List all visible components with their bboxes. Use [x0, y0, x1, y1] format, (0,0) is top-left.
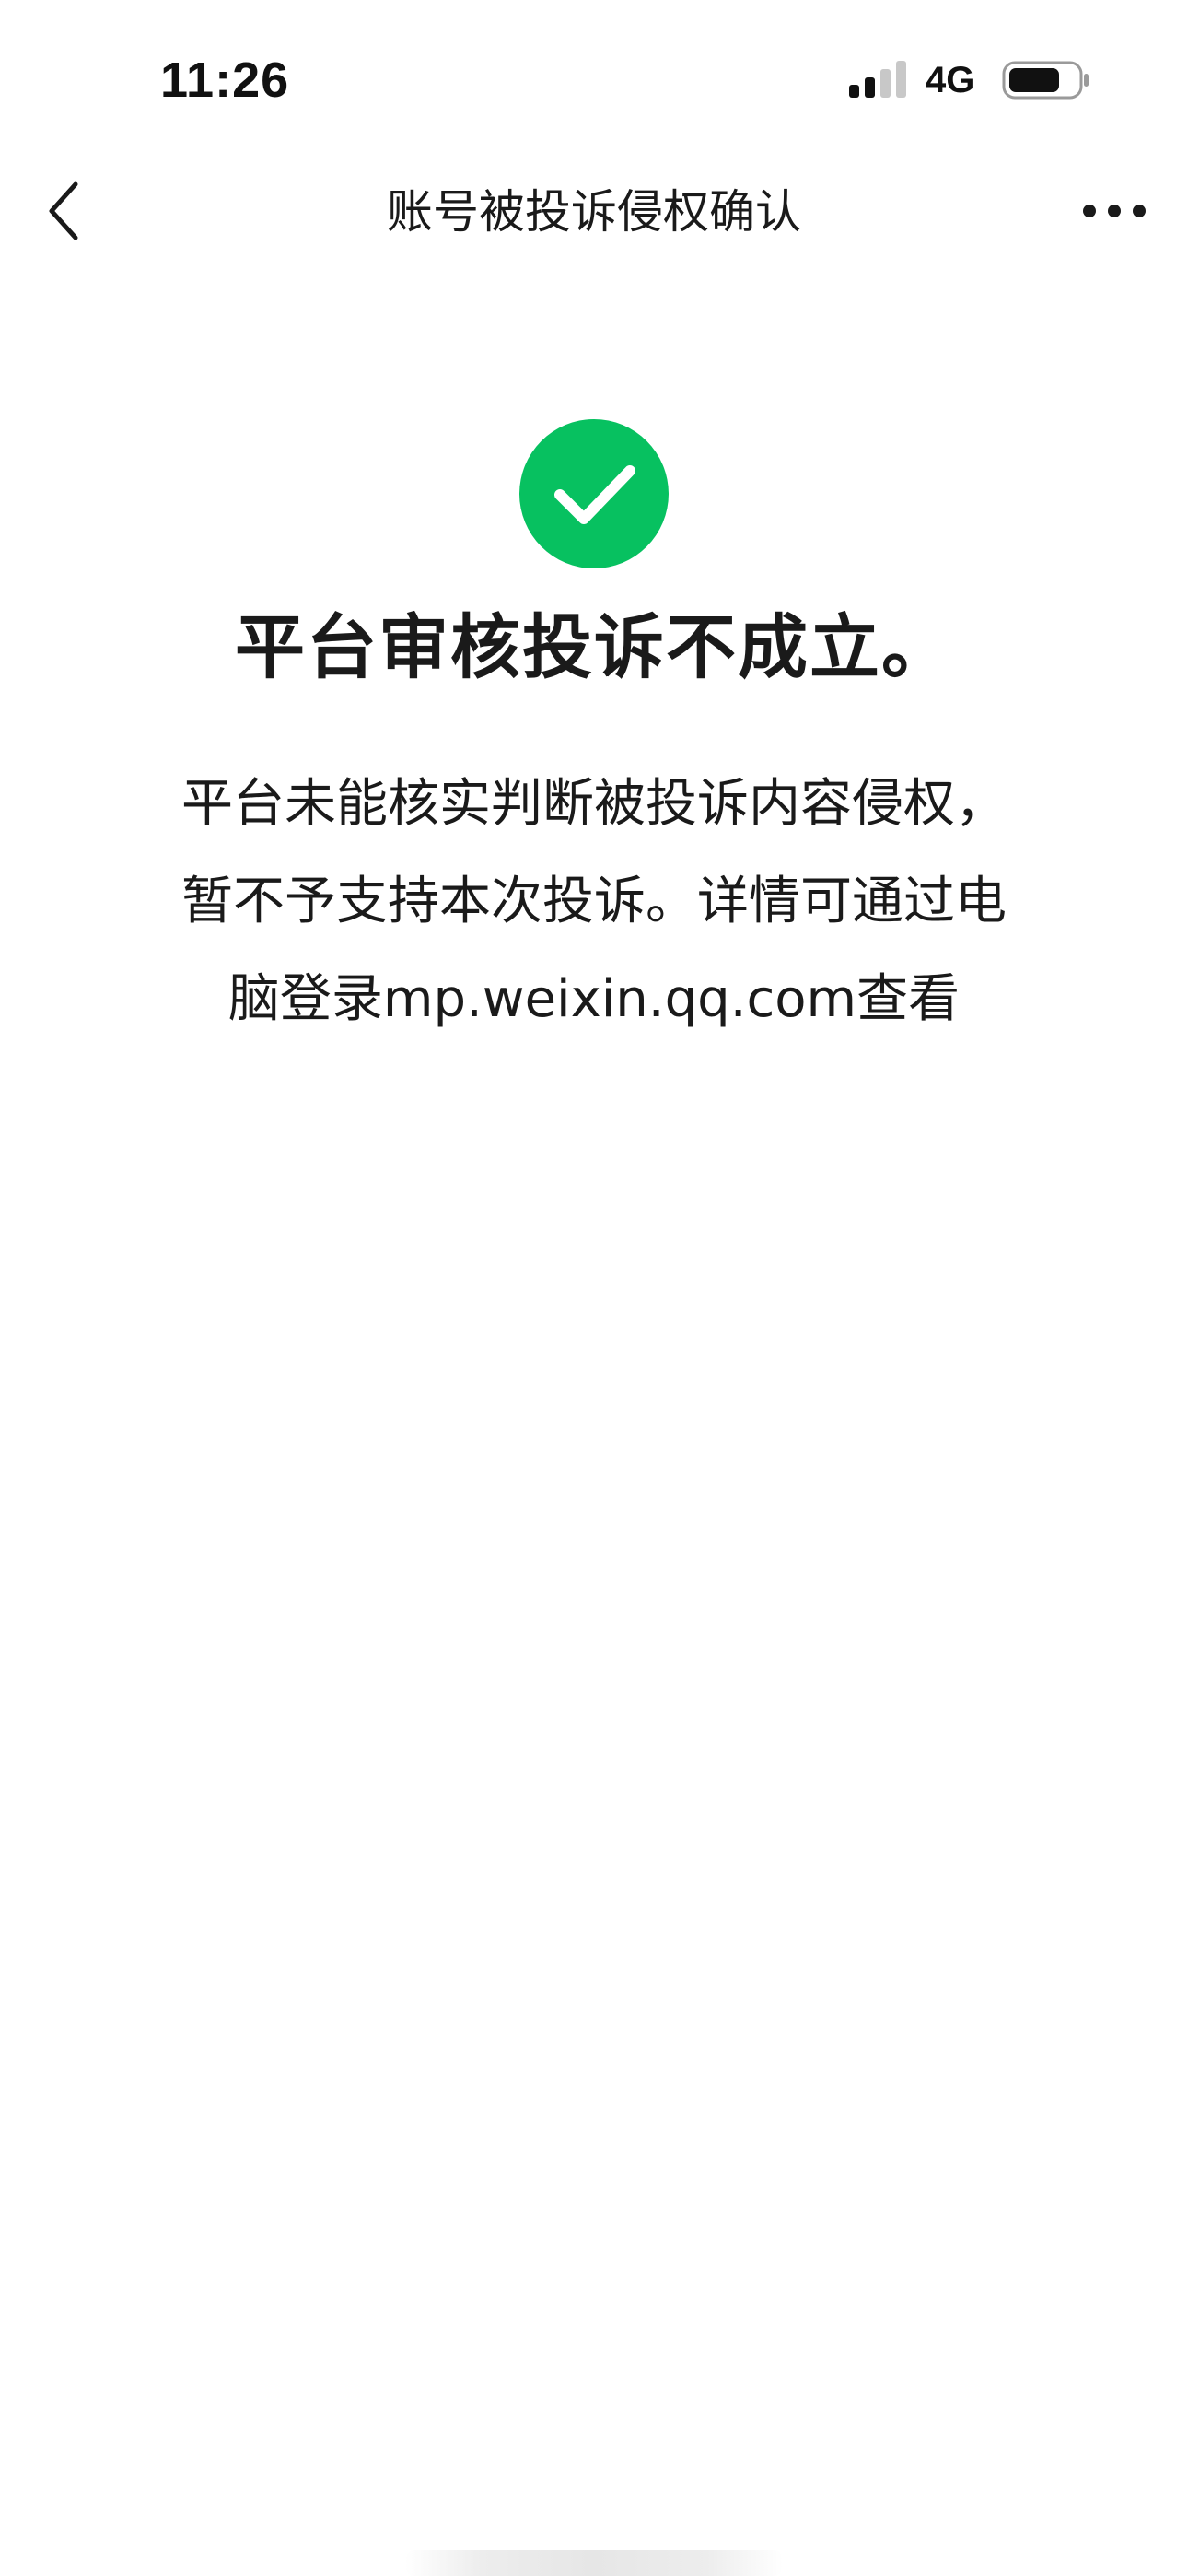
status-time: 11:26	[160, 53, 290, 108]
more-options-button[interactable]	[1068, 170, 1160, 252]
navigation-bar: 账号被投诉侵权确认	[0, 157, 1188, 267]
home-indicator	[405, 2550, 783, 2576]
status-bar: 11:26 4G	[0, 0, 1188, 157]
page-title: 账号被投诉侵权确认	[387, 185, 801, 239]
description-line: 暂不予支持本次投诉。详情可通过电	[181, 872, 1007, 931]
description-line: 脑登录mp.weixin.qq.com查看	[227, 969, 961, 1029]
signal-icon	[849, 61, 906, 98]
network-type: 4G	[926, 60, 975, 100]
back-button[interactable]	[28, 170, 101, 252]
check-circle-icon	[519, 419, 669, 568]
result-description: 平台未能核实判断被投诉内容侵权， 暂不予支持本次投诉。详情可通过电 脑登录mp.…	[101, 755, 1087, 1048]
description-line: 平台未能核实判断被投诉内容侵权，	[181, 774, 1007, 834]
more-dots-icon	[1083, 205, 1146, 217]
result-title: 平台审核投诉不成立。	[235, 606, 953, 688]
battery-icon	[1002, 61, 1089, 100]
chevron-left-icon	[49, 181, 78, 240]
